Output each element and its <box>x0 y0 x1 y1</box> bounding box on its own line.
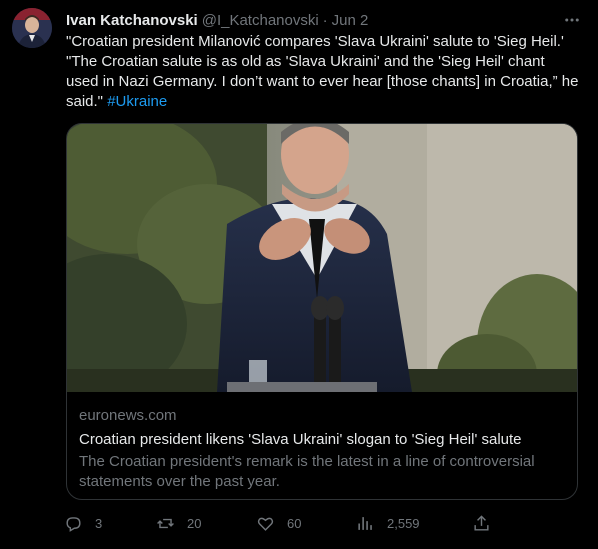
views-button[interactable]: 2,559 <box>356 514 420 533</box>
author-avatar[interactable] <box>12 8 52 48</box>
reply-icon <box>66 517 81 532</box>
card-image <box>67 124 577 392</box>
tweet-text: "Croatian president Milanović compares '… <box>66 32 581 112</box>
author-handle[interactable]: @I_Katchanovski <box>202 12 319 29</box>
views-icon <box>358 517 372 530</box>
repost-icon <box>157 518 174 529</box>
separator-dot: · <box>322 11 328 29</box>
reply-button[interactable]: 3 <box>64 514 102 533</box>
tweet-header: Ivan Katchanovski @I_Katchanovski · Jun … <box>66 10 584 30</box>
share-button[interactable] <box>472 514 491 533</box>
card-description: The Croatian president's remark is the l… <box>79 453 535 490</box>
like-button[interactable]: 60 <box>256 514 301 533</box>
link-card[interactable]: euronews.com Croatian president likens '… <box>66 123 578 500</box>
more-icon[interactable] <box>560 8 584 32</box>
card-domain: euronews.com <box>79 407 177 424</box>
views-count: 2,559 <box>387 516 420 531</box>
tweet-date[interactable]: Jun 2 <box>332 12 369 29</box>
heart-icon <box>257 517 274 531</box>
share-icon <box>474 515 489 531</box>
action-bar: 3 20 60 2,559 <box>60 514 500 534</box>
hashtag-link[interactable]: #Ukraine <box>107 93 167 110</box>
card-title[interactable]: Croatian president likens 'Slava Ukraini… <box>79 430 565 450</box>
author-name[interactable]: Ivan Katchanovski <box>66 12 198 29</box>
repost-count: 20 <box>187 516 202 531</box>
repost-button[interactable]: 20 <box>156 514 201 533</box>
like-count: 60 <box>287 516 302 531</box>
reply-count: 3 <box>95 516 103 531</box>
